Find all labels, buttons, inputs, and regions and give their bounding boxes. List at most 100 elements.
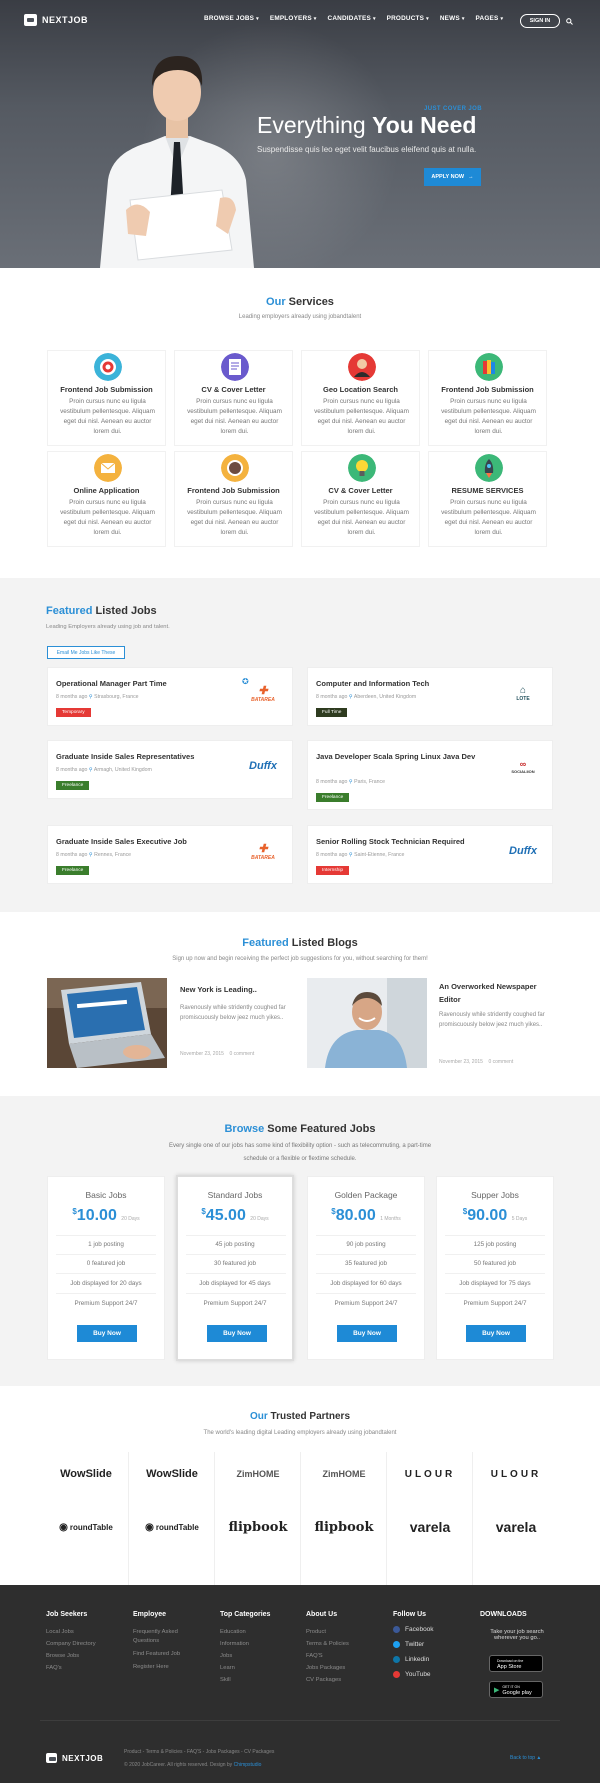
footer-link[interactable]: Jobs Packages — [306, 1664, 345, 1673]
footer-link[interactable]: Learn — [220, 1664, 235, 1673]
service-card[interactable]: RESUME SERVICES Proin cursus nunc eu lig… — [428, 451, 547, 547]
job-card[interactable]: Senior Rolling Stock Technician Required… — [307, 825, 553, 884]
job-title[interactable]: Graduate Inside Sales Representatives — [56, 751, 236, 762]
plan-card-golden: Golden Package $80.00 1 Months 90 job po… — [307, 1176, 425, 1360]
footer-link[interactable]: Browse Jobs — [46, 1652, 79, 1661]
top-nav: NEXTJOB BROWSE JOBS ▾ EMPLOYERS ▾ CANDIDAT… — [0, 0, 600, 40]
partners-title: Our Trusted Partners — [249, 1411, 351, 1422]
blog-title[interactable]: An Overworked Newspaper Editor — [439, 980, 549, 1006]
partner-logo-wowslide[interactable]: WowSlide — [130, 1449, 214, 1499]
footer-link[interactable]: Local Jobs — [46, 1628, 74, 1637]
job-title[interactable]: Computer and Information Tech — [316, 678, 496, 689]
nav-browse-jobs[interactable]: BROWSE JOBS ▾ — [204, 15, 259, 22]
buy-now-button[interactable]: Buy Now — [466, 1325, 526, 1342]
company-logo: ✚ BATAREA — [251, 684, 275, 703]
partner-logo-ulour[interactable]: ULOUR — [388, 1449, 472, 1499]
nav-pages[interactable]: PAGES ▾ — [476, 15, 504, 22]
partner-logo-flipbook[interactable]: flipbook — [216, 1502, 300, 1552]
partner-logo-ulour[interactable]: ULOUR — [474, 1449, 558, 1499]
job-title[interactable]: Graduate Inside Sales Executive Job — [56, 836, 236, 847]
job-meta: 8 months ago ⚲ Saint-Etienne, France — [316, 852, 405, 858]
back-to-top-link[interactable]: Back to top ▲ — [510, 1755, 541, 1761]
footer-link[interactable]: Frequently Asked — [133, 1628, 178, 1637]
partner-logo-zimhome[interactable]: ZimHOME — [216, 1449, 300, 1499]
partner-logo-roundtable[interactable]: ◉ roundTable — [130, 1502, 214, 1552]
apply-now-button[interactable]: APPLY NOW → — [424, 168, 481, 186]
roundtable-icon: ◉ — [59, 1521, 68, 1533]
envelope-icon — [94, 454, 122, 482]
facebook-icon — [393, 1626, 400, 1633]
footer-bottom-links[interactable]: Product - Terms & Policies - FAQ'S - Job… — [124, 1749, 274, 1755]
chevron-down-icon: ▾ — [372, 16, 376, 22]
service-card[interactable]: Geo Location Search Proin cursus nunc eu… — [301, 350, 420, 446]
social-youtube[interactable]: YouTube — [393, 1671, 431, 1678]
footer-link[interactable]: CV Packages — [306, 1676, 341, 1685]
footer-link[interactable]: Find Featured Job — [133, 1650, 180, 1659]
jobs-title: Featured Listed Jobs — [46, 605, 157, 617]
job-type-badge: Full Time — [316, 708, 348, 717]
footer-logo[interactable]: NEXTJOB — [46, 1753, 103, 1763]
nav-news[interactable]: NEWS ▾ — [440, 15, 465, 22]
social-facebook[interactable]: Facebook — [393, 1626, 434, 1633]
plan-price: $45.00 20 Days — [201, 1207, 269, 1224]
plan-feature: Premium Support 24/7 — [74, 1300, 138, 1307]
company-logo: ∞ SOCIALIION — [511, 758, 535, 774]
buy-now-button[interactable]: Buy Now — [337, 1325, 397, 1342]
job-card[interactable]: Java Developer Scala Spring Linux Java D… — [307, 740, 553, 810]
footer-link[interactable]: Jobs — [220, 1652, 232, 1661]
social-twitter[interactable]: Twitter — [393, 1641, 424, 1648]
google-play-button[interactable]: ▶ GET IT ON Google play — [489, 1681, 543, 1698]
service-text: Proin cursus nunc eu ligula vestibulum p… — [60, 499, 155, 536]
sociallion-logo-icon: ∞ — [519, 758, 527, 769]
footer-link[interactable]: Information — [220, 1640, 249, 1649]
footer-link[interactable]: Terms & Policies — [306, 1640, 349, 1649]
buy-now-button[interactable]: Buy Now — [77, 1325, 137, 1342]
footer-link[interactable]: Questions — [133, 1637, 159, 1646]
brand-logo[interactable]: NEXTJOB — [24, 14, 88, 26]
email-jobs-button[interactable]: Email Me Jobs Like These — [47, 646, 125, 659]
footer-link[interactable]: Skill — [220, 1676, 231, 1685]
footer-link[interactable]: FAQ's — [46, 1664, 62, 1673]
job-title[interactable]: Operational Manager Part Time — [56, 678, 236, 689]
service-card[interactable]: CV & Cover Letter Proin cursus nunc eu l… — [174, 350, 293, 446]
blog-title[interactable]: New York is Leading.. — [180, 983, 290, 996]
service-card[interactable]: CV & Cover Letter Proin cursus nunc eu l… — [301, 451, 420, 547]
partner-logo-wowslide[interactable]: WowSlide — [44, 1449, 128, 1499]
job-meta: 8 months ago ⚲ Armagh, United Kingdom — [56, 767, 152, 773]
nav-products[interactable]: PRODUCTS ▾ — [387, 15, 429, 22]
footer-link[interactable]: Register Here — [133, 1663, 169, 1672]
location-pin-icon: ⚲ — [88, 852, 93, 858]
footer-link[interactable]: Company Directory — [46, 1640, 96, 1649]
partner-logo-roundtable[interactable]: ◉ roundTable — [44, 1502, 128, 1552]
sign-in-button[interactable]: SIGN IN — [520, 14, 560, 28]
service-card[interactable]: Frontend Job Submission Proin cursus nun… — [47, 350, 166, 446]
partner-logo-zimhome[interactable]: ZimHOME — [302, 1449, 386, 1499]
blog-image-laptop[interactable] — [47, 978, 167, 1068]
document-icon — [221, 353, 249, 381]
footer-link[interactable]: Education — [220, 1628, 246, 1637]
buy-now-button[interactable]: Buy Now — [207, 1325, 267, 1342]
blog-meta: November 23, 2015 0 comment — [180, 1051, 255, 1057]
footer-link[interactable]: Product — [306, 1628, 326, 1637]
partner-logo-varela[interactable]: varela — [474, 1502, 558, 1552]
service-card[interactable]: Online Application Proin cursus nunc eu … — [47, 451, 166, 547]
nav-candidates[interactable]: CANDIDATES ▾ — [328, 15, 376, 22]
service-card[interactable]: Frontend Job Submission Proin cursus nun… — [428, 350, 547, 446]
footer-link[interactable]: FAQ'S — [306, 1652, 323, 1661]
app-store-button[interactable]: Download on the App Store — [489, 1655, 543, 1672]
partner-logo-varela[interactable]: varela — [388, 1502, 472, 1552]
job-title[interactable]: Java Developer Scala Spring Linux Java D… — [316, 751, 496, 762]
job-title[interactable]: Senior Rolling Stock Technician Required — [316, 836, 496, 847]
search-icon[interactable] — [566, 18, 573, 25]
job-card[interactable]: Graduate Inside Sales Representatives 8 … — [47, 740, 293, 799]
job-card[interactable]: Operational Manager Part Time 8 months a… — [47, 667, 293, 726]
location-pin-icon: ⚲ — [88, 767, 93, 773]
service-card[interactable]: Frontend Job Submission Proin cursus nun… — [174, 451, 293, 547]
blog-image-man[interactable] — [307, 978, 427, 1068]
job-card[interactable]: Graduate Inside Sales Executive Job 8 mo… — [47, 825, 293, 884]
job-card[interactable]: Computer and Information Tech 8 months a… — [307, 667, 553, 726]
plan-feature: Job displayed for 20 days — [70, 1280, 142, 1287]
partner-logo-flipbook[interactable]: flipbook — [302, 1502, 386, 1552]
nav-employers[interactable]: EMPLOYERS ▾ — [270, 15, 317, 22]
social-linkedin[interactable]: Linkedin — [393, 1656, 429, 1663]
